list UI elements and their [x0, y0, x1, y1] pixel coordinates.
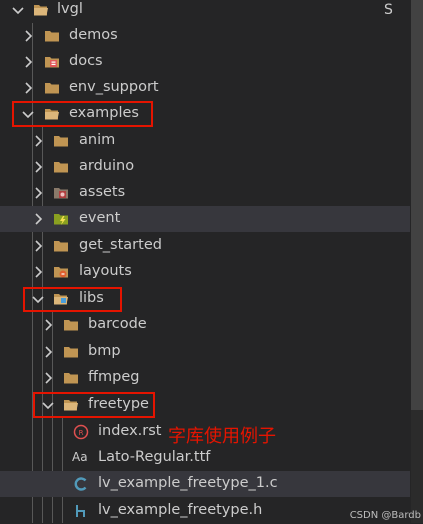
tree-row-docs[interactable]: docs: [0, 49, 410, 75]
folder-icon: [54, 162, 68, 173]
assets-folder-icon: [54, 188, 68, 199]
tree-row-env-support[interactable]: env_support: [0, 75, 410, 101]
highlight-box-examples: [12, 101, 153, 127]
tree-row-get-started[interactable]: get_started: [0, 233, 410, 259]
chevron-right-icon: [45, 372, 53, 384]
chevron-down-icon: [12, 7, 24, 15]
chevron-right-icon: [35, 187, 43, 199]
chevron-right-icon: [35, 240, 43, 252]
tree-label: index.rst: [98, 423, 162, 439]
svg-text:R: R: [79, 429, 84, 437]
tree-label: demos: [69, 27, 118, 43]
chevron-right-icon: [35, 213, 43, 225]
rst-file-icon: R: [73, 424, 89, 440]
watermark: CSDN @Bardb: [349, 510, 421, 521]
tree-label: layouts: [79, 263, 132, 279]
tree-label: docs: [69, 53, 103, 69]
highlight-box-freetype: [33, 392, 155, 418]
vertical-scrollbar[interactable]: [411, 0, 423, 523]
tree-row-arduino[interactable]: arduino: [0, 154, 410, 180]
tree-label: Lato-Regular.ttf: [98, 449, 211, 465]
folder-icon: [54, 241, 68, 252]
tree-row-freetype-c[interactable]: lv_example_freetype_1.c: [0, 471, 410, 497]
docs-folder-icon: [45, 57, 59, 68]
tree-row-barcode[interactable]: barcode: [0, 312, 410, 338]
tree-label: ffmpeg: [88, 369, 140, 385]
chevron-right-icon: [25, 30, 33, 42]
layouts-folder-icon: [54, 267, 68, 278]
folder-icon: [45, 83, 59, 94]
tree-label: env_support: [69, 79, 159, 95]
folder-icon: [64, 347, 78, 358]
tree-label: assets: [79, 184, 126, 200]
tree-row-freetype-h[interactable]: lv_example_freetype.h: [0, 498, 410, 524]
tree-label: event: [79, 210, 121, 226]
tree-row-anim[interactable]: anim: [0, 128, 410, 154]
tree-label: lv_example_freetype_1.c: [98, 475, 278, 491]
chevron-right-icon: [35, 266, 43, 278]
font-file-icon: Aa: [72, 450, 88, 464]
highlight-box-libs: [23, 287, 122, 312]
tree-label: lv_example_freetype.h: [98, 502, 263, 518]
scrollbar-thumb[interactable]: [411, 0, 423, 410]
tree-row-bmp[interactable]: bmp: [0, 339, 410, 365]
chevron-right-icon: [35, 135, 43, 147]
status-letter: S: [384, 2, 393, 18]
folder-icon: [64, 373, 78, 384]
tree-row-ffmpeg[interactable]: ffmpeg: [0, 365, 410, 391]
tree-label: arduino: [79, 158, 135, 174]
tree-label: get_started: [79, 237, 162, 253]
tree-row-lvgl[interactable]: lvgl: [0, 0, 410, 23]
tree-row-lato-ttf[interactable]: Aa Lato-Regular.ttf: [0, 445, 410, 471]
tree-label: barcode: [88, 316, 147, 332]
event-folder-icon: [54, 214, 68, 225]
tree-row-demos[interactable]: demos: [0, 23, 410, 49]
chevron-right-icon: [45, 346, 53, 358]
tree-label: bmp: [88, 343, 121, 359]
chevron-right-icon: [25, 56, 33, 68]
c-file-icon: [74, 477, 87, 491]
tree-label: anim: [79, 132, 116, 148]
folder-icon: [45, 31, 59, 42]
tree-row-layouts[interactable]: layouts: [0, 259, 410, 285]
chevron-right-icon: [45, 319, 53, 331]
folder-icon: [64, 320, 78, 331]
h-file-icon: [76, 505, 85, 517]
folder-icon: [54, 136, 68, 147]
tree-row-event[interactable]: event: [0, 206, 410, 232]
tree-label: lvgl: [57, 1, 83, 17]
tree-row-assets[interactable]: assets: [0, 180, 410, 206]
folder-open-icon: [34, 5, 48, 16]
chevron-right-icon: [25, 82, 33, 94]
chevron-right-icon: [35, 161, 43, 173]
